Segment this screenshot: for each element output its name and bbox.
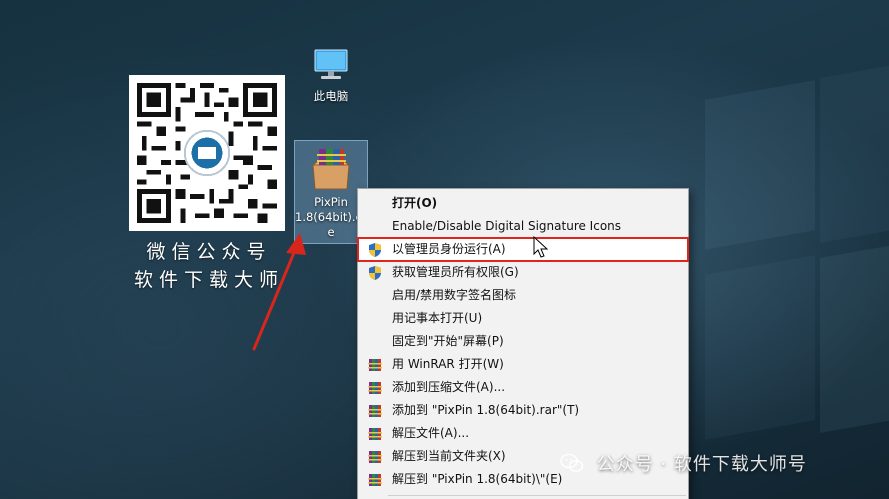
menu-item-label: 解压到当前文件夹(X)	[392, 449, 506, 463]
menu-item-open-with-notepad[interactable]: 用记事本打开(U)	[358, 307, 688, 330]
winrar-archive-icon	[311, 149, 351, 190]
menu-item-open-with-winrar[interactable]: 用 WinRAR 打开(W)	[358, 353, 688, 376]
winrar-icon	[367, 426, 383, 442]
menu-item-open[interactable]: 打开(O)	[358, 192, 688, 215]
winrar-icon	[367, 449, 383, 465]
menu-item-label: 启用/禁用数字签名图标	[392, 288, 517, 302]
menu-item-add-to-named-rar[interactable]: 添加到 "PixPin 1.8(64bit).rar"(T)	[358, 399, 688, 422]
menu-item-label: 用记事本打开(U)	[392, 311, 483, 325]
wechat-icon	[560, 453, 584, 472]
winrar-icon	[367, 357, 383, 373]
menu-item-label: 以管理员身份运行(A)	[392, 242, 506, 256]
mouse-cursor-icon	[533, 236, 549, 258]
menu-item-take-ownership[interactable]: 获取管理员所有权限(G)	[358, 261, 688, 284]
computer-icon	[314, 49, 348, 79]
menu-item-label: 获取管理员所有权限(G)	[392, 265, 519, 279]
winrar-icon	[367, 472, 383, 488]
menu-item-run-as-admin[interactable]: 以管理员身份运行(A)	[357, 237, 689, 262]
menu-item-add-to-archive[interactable]: 添加到压缩文件(A)...	[358, 376, 688, 399]
menu-item-label: 添加到 "PixPin 1.8(64bit).rar"(T)	[392, 403, 580, 417]
watermark-text: 公众号 · 软件下载大师号	[596, 454, 807, 475]
uac-shield-icon	[367, 242, 383, 258]
qr-code-card	[129, 75, 285, 231]
menu-separator	[388, 495, 686, 496]
menu-item-label: 解压文件(A)...	[392, 426, 470, 440]
wallpaper-flag-pane	[705, 80, 815, 250]
menu-item-pin-to-start[interactable]: 固定到"开始"屏幕(P)	[358, 330, 688, 353]
menu-item-toggle-signature-icons[interactable]: 启用/禁用数字签名图标	[358, 284, 688, 307]
winrar-icon	[367, 380, 383, 396]
menu-item-label: 打开(O)	[392, 196, 438, 210]
menu-item-label: Enable/Disable Digital Signature Icons	[392, 219, 622, 233]
menu-item-toggle-signature-icons-en[interactable]: Enable/Disable Digital Signature Icons	[358, 215, 688, 238]
desktop-icon-label: 此电脑	[313, 89, 349, 103]
watermark: 公众号 · 软件下载大师号	[560, 450, 807, 478]
wallpaper-flag-pane	[820, 242, 889, 433]
desktop-icon-this-pc[interactable]: 此电脑	[300, 46, 362, 104]
menu-item-label: 固定到"开始"屏幕(P)	[392, 334, 504, 348]
wallpaper-flag-pane	[705, 255, 815, 440]
wallpaper-flag-pane	[820, 62, 889, 243]
menu-item-extract-files[interactable]: 解压文件(A)...	[358, 422, 688, 445]
menu-item-label: 用 WinRAR 打开(W)	[392, 357, 504, 371]
menu-item-label: 添加到压缩文件(A)...	[392, 380, 506, 394]
menu-item-label: 解压到 "PixPin 1.8(64bit)\"(E)	[392, 472, 563, 486]
qr-code-image	[137, 83, 277, 223]
winrar-icon	[367, 403, 383, 419]
uac-shield-icon	[367, 265, 383, 281]
